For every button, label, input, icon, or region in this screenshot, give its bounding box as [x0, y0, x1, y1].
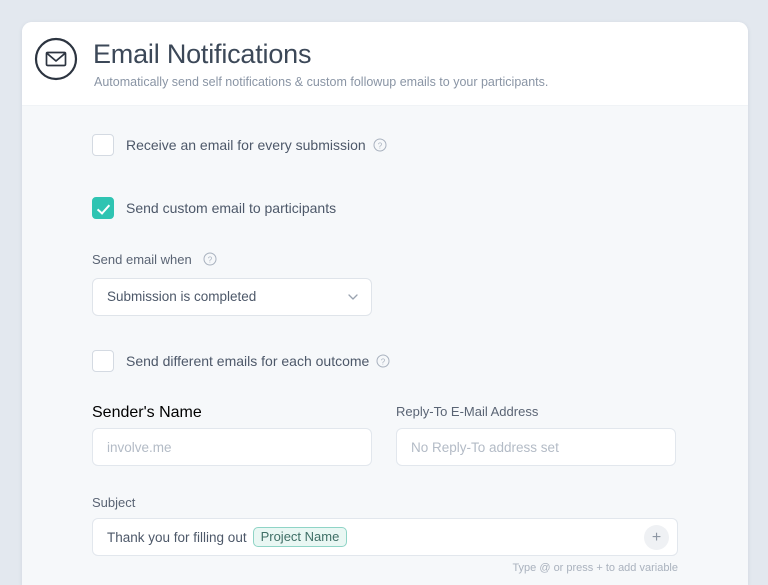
help-icon[interactable]: ? [376, 354, 390, 368]
add-variable-button[interactable]: + [644, 525, 669, 550]
reply-to-field-wrap [396, 428, 676, 466]
subject-group: Thank you for filling out Project Name +… [92, 518, 678, 574]
page-subtitle: Automatically send self notifications & … [94, 75, 549, 89]
option-label-send-custom-email: Send custom email to participants [126, 200, 337, 216]
send-email-when-select[interactable]: Submission is completed [92, 278, 372, 316]
svg-text:?: ? [381, 357, 386, 366]
reply-to-input[interactable] [396, 428, 676, 466]
checkbox-send-different-emails-each-outcome[interactable] [92, 350, 114, 372]
sender-name-input[interactable] [92, 428, 372, 466]
subject-label: Subject [92, 495, 136, 510]
option-row-send-different-emails[interactable]: Send different emails for each outcome ? [92, 350, 390, 372]
sender-name-field-wrap [92, 428, 372, 466]
card-body: Receive an email for every submission ? … [22, 105, 748, 585]
svg-text:?: ? [377, 141, 382, 150]
help-icon[interactable]: ? [373, 138, 387, 152]
checkbox-send-custom-email-participants[interactable] [92, 197, 114, 219]
email-notifications-card: Email Notifications Automatically send s… [22, 22, 748, 585]
option-row-receive-email[interactable]: Receive an email for every submission ? [92, 134, 387, 156]
help-icon[interactable]: ? [203, 252, 217, 266]
svg-text:?: ? [208, 255, 213, 264]
sender-name-label: Sender's Name [92, 404, 202, 421]
subject-hint: Type @ or press + to add variable [512, 562, 678, 574]
option-row-send-custom-email[interactable]: Send custom email to participants [92, 197, 336, 219]
page-title: Email Notifications [93, 39, 312, 69]
variable-chip-project-name[interactable]: Project Name [252, 527, 348, 547]
subject-text: Thank you for filling out [107, 529, 247, 545]
option-label-send-different-emails: Send different emails for each outcome [126, 353, 370, 369]
select-box[interactable]: Submission is completed [92, 278, 372, 316]
send-email-when-group: Send email when ? [92, 251, 217, 269]
page-background: Email Notifications Automatically send s… [0, 0, 768, 585]
chevron-down-icon [348, 294, 358, 300]
subject-input[interactable]: Thank you for filling out Project Name + [92, 518, 678, 556]
reply-to-label: Reply-To E-Mail Address [396, 404, 539, 419]
send-email-when-label: Send email when [92, 252, 192, 267]
checkbox-receive-email-every-submission[interactable] [92, 134, 114, 156]
envelope-circle-icon [33, 36, 79, 82]
card-header: Email Notifications Automatically send s… [22, 22, 748, 105]
select-value: Submission is completed [107, 289, 257, 304]
option-label-receive-email: Receive an email for every submission [126, 137, 366, 153]
